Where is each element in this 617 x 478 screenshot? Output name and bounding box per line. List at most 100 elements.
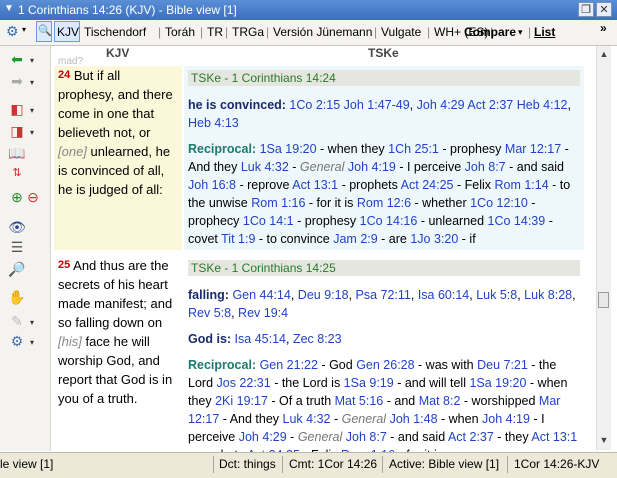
close-button[interactable]: ✕: [596, 2, 612, 17]
tab-torah[interactable]: Toráh: [165, 25, 195, 39]
chapter-book-icon[interactable]: 📖: [8, 144, 26, 162]
verse-number[interactable]: 25: [58, 259, 70, 271]
back-arrow-icon[interactable]: ⬅: [8, 50, 26, 68]
eye-icon[interactable]: 👁: [8, 218, 26, 236]
ref-link[interactable]: 1Jo 3:20: [410, 232, 458, 246]
ref-link[interactable]: Joh 4:29: [239, 430, 287, 444]
ref-link[interactable]: Deu 9:18: [298, 288, 349, 302]
ref-link[interactable]: 1Sa 19:20: [469, 376, 526, 390]
ref-link[interactable]: Rom 12:6: [357, 196, 411, 210]
verse-italic: [his]: [58, 334, 82, 349]
ref-link[interactable]: Jam 2:9: [333, 232, 377, 246]
tab-trga[interactable]: TRGa: [232, 25, 264, 39]
ref-link[interactable]: 1Co 2:15: [286, 98, 340, 112]
ref-link[interactable]: Luk 4:32: [241, 160, 289, 174]
ref-link[interactable]: Joh 8:7: [346, 430, 387, 444]
ref-link[interactable]: Joh 4:29: [417, 98, 465, 112]
ref-link[interactable]: Tit 1:9: [221, 232, 255, 246]
scroll-thumb[interactable]: [598, 292, 609, 308]
ref-link[interactable]: Joh 16:8: [188, 178, 236, 192]
forward-arrow-icon[interactable]: ➡: [8, 72, 26, 90]
ref-link[interactable]: 1Co 14:39: [488, 214, 546, 228]
ref-link[interactable]: Zec 8:23: [293, 332, 342, 346]
ref-link[interactable]: Joh 4:19: [348, 160, 396, 174]
ref-link[interactable]: Jos 22:31: [217, 376, 271, 390]
window-menu-icon[interactable]: ▼: [4, 4, 14, 14]
settings-dropdown-icon[interactable]: ▾: [22, 25, 26, 34]
ref-link[interactable]: 1Co 12:10: [470, 196, 528, 210]
ref-link[interactable]: Rev 5:8: [188, 306, 231, 320]
ref-link[interactable]: Deu 7:21: [477, 358, 528, 372]
back-dropdown-icon[interactable]: ▾: [30, 56, 38, 65]
ref-link[interactable]: Act 2:37: [467, 98, 513, 112]
scroll-down-icon[interactable]: ▼: [598, 434, 610, 446]
ref-link[interactable]: 1Sa 9:19: [344, 376, 394, 390]
ref-link[interactable]: Joh 1:47-49: [340, 98, 410, 112]
forward-dropdown-icon[interactable]: ▾: [30, 78, 38, 87]
lines-icon[interactable]: ☰: [8, 238, 26, 256]
ref-link[interactable]: Luk 4:32: [283, 412, 331, 426]
zoom-out-icon[interactable]: ⊖: [24, 188, 42, 206]
ref-link[interactable]: Gen 26:28: [356, 358, 414, 372]
highlighter-dropdown-icon[interactable]: ▾: [30, 318, 38, 327]
ref-link[interactable]: 2Ki 19:17: [215, 394, 268, 408]
ref-link[interactable]: Joh 1:48: [390, 412, 438, 426]
gear-dropdown-icon[interactable]: ▾: [30, 338, 38, 347]
next-book-dropdown-icon[interactable]: ▾: [30, 128, 38, 137]
kjv-verse-25[interactable]: 25 And thus are the secrets of his heart…: [54, 256, 182, 446]
tab-tischendorf[interactable]: Tischendorf: [84, 25, 146, 39]
ref-link[interactable]: Act 24:25: [401, 178, 454, 192]
ref-link[interactable]: Mar 12:17: [505, 142, 561, 156]
ref-link[interactable]: Heb 4:12: [517, 98, 568, 112]
ref-link[interactable]: Rev 19:4: [238, 306, 288, 320]
ref-link[interactable]: 1Ch 25:1: [388, 142, 439, 156]
tab-tr[interactable]: TR: [207, 25, 223, 39]
status-bar: le view [1] Dct: things Cmt: 1Cor 14:26 …: [0, 452, 617, 478]
tske-entry-14-24: TSKe - 1 Corinthians 14:24 he is convinc…: [184, 66, 584, 250]
ref-link[interactable]: Rom 1:16: [251, 196, 305, 210]
ref-link[interactable]: 1Co 14:16: [360, 214, 418, 228]
ref-link[interactable]: Isa 45:14: [235, 332, 286, 346]
highlighter-icon[interactable]: ✎: [8, 312, 26, 330]
toolbar-overflow-icon[interactable]: »: [600, 21, 607, 35]
ref-link[interactable]: Isa 60:14: [418, 288, 469, 302]
ref-link[interactable]: Joh 4:19: [482, 412, 530, 426]
ref-link[interactable]: Rom 1:14: [494, 178, 548, 192]
hand-icon[interactable]: ✋: [8, 288, 26, 306]
ref-link[interactable]: Gen 21:22: [260, 358, 318, 372]
ref-link[interactable]: Gen 44:14: [232, 288, 290, 302]
module-toolbar: ⚙ ▾ 🔍 KJV Tischendorf | Toráh | TR | TRG…: [0, 20, 617, 46]
list-button[interactable]: List: [534, 25, 555, 39]
ref-link[interactable]: Luk 8:28: [524, 288, 572, 302]
gear-icon[interactable]: ⚙: [8, 332, 26, 350]
previous-book-dropdown-icon[interactable]: ▾: [30, 106, 38, 115]
tab-vulgate[interactable]: Vulgate: [381, 25, 421, 39]
verse-up-down-icon[interactable]: ⇅: [8, 164, 26, 182]
verse-italic: [one]: [58, 144, 87, 159]
tab-kjv[interactable]: KJV: [57, 25, 79, 39]
tab-version-junemann[interactable]: Versión Jünemann: [273, 25, 372, 39]
ref-link[interactable]: Act 2:37: [448, 430, 494, 444]
scroll-up-icon[interactable]: ▲: [598, 48, 610, 60]
ref-link[interactable]: Act 13:1: [531, 430, 577, 444]
previous-book-icon[interactable]: ◧: [8, 100, 26, 118]
kjv-verse-24[interactable]: 24 But if all prophesy, and there come i…: [54, 66, 182, 250]
restore-button[interactable]: ❐: [578, 2, 594, 17]
compare-button[interactable]: Compare: [464, 25, 516, 39]
ref-link[interactable]: Luk 5:8: [476, 288, 517, 302]
ref-link[interactable]: Mat 8:2: [419, 394, 461, 408]
vertical-scrollbar[interactable]: ▲ ▼: [596, 46, 611, 450]
ref-link[interactable]: Mat 5:16: [335, 394, 384, 408]
settings-icon[interactable]: ⚙: [6, 23, 19, 40]
verse-number[interactable]: 24: [58, 69, 70, 81]
ref-link[interactable]: Act 13:1: [292, 178, 338, 192]
next-book-icon[interactable]: ◨: [8, 122, 26, 140]
ref-link[interactable]: 1Co 14:1: [243, 214, 294, 228]
ref-link[interactable]: 1Sa 19:20: [260, 142, 317, 156]
compare-dropdown-icon[interactable]: ▾: [518, 27, 523, 38]
ref-link[interactable]: Psa 72:11: [355, 288, 410, 302]
ref-link[interactable]: Heb 4:13: [188, 116, 239, 130]
ref-link[interactable]: Joh 8:7: [465, 160, 506, 174]
find-in-page-icon[interactable]: 🔎: [8, 260, 26, 278]
search-icon[interactable]: 🔍: [38, 24, 52, 37]
